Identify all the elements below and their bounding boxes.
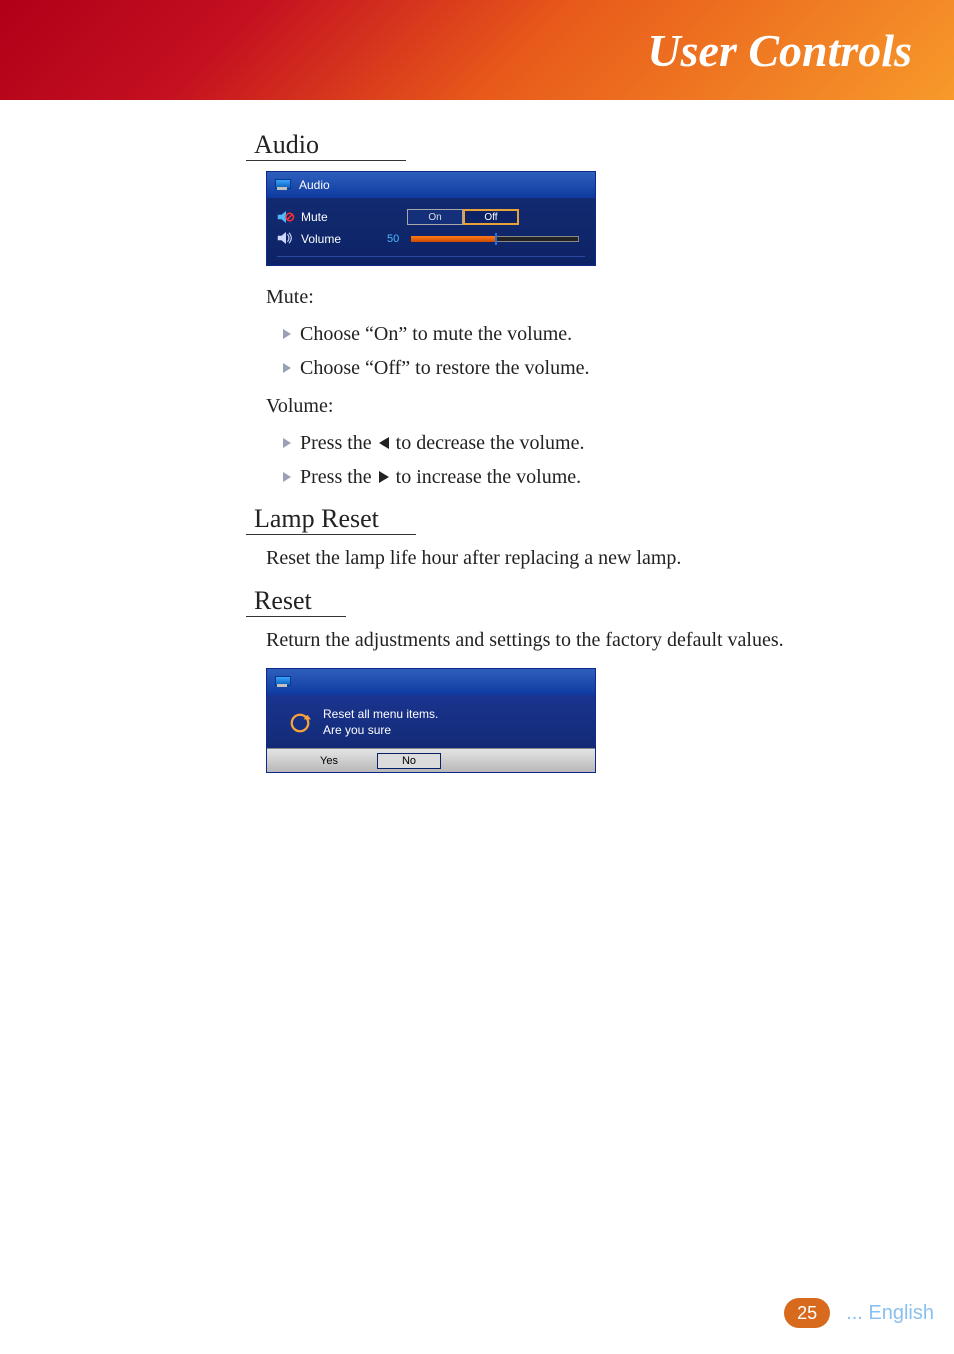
reset-button-row: Yes No [267,748,595,772]
volume-subhead: Volume: [266,395,930,418]
window-icon [275,676,289,688]
osd-reset-panel: . Reset all menu items. Are you sure Yes… [266,668,596,773]
bullet-icon [282,426,292,460]
header-banner: User Controls [0,0,954,100]
window-icon [275,179,289,191]
section-heading-lamp: Lamp Reset [254,504,379,533]
section-heading-reset-wrap: Reset [246,586,346,617]
bullet-text: Press the to decrease the volume. [300,426,584,460]
osd-volume-value: 50 [387,233,411,245]
left-arrow-icon [377,432,391,454]
reset-text: Return the adjustments and settings to t… [266,627,930,654]
section-heading-audio-wrap: Audio [246,130,406,161]
osd-mute-on[interactable]: On [407,209,463,225]
page-title: User Controls [647,24,912,77]
osd-mute-off[interactable]: Off [463,209,519,225]
osd-audio-body: Mute On Off Volume 50 [267,198,595,265]
reset-message-row: Reset all menu items. Are you sure [289,707,585,738]
mute-icon [277,210,295,224]
reset-yes-button[interactable]: Yes [297,753,361,769]
list-item: Choose “Off” to restore the volume. [282,351,930,385]
right-arrow-icon [377,466,391,488]
osd-mute-label: Mute [301,210,328,224]
osd-mute-row: Mute On Off [277,206,585,228]
section-heading-lamp-wrap: Lamp Reset [246,504,416,535]
bullet-icon [282,351,292,385]
bullet-icon [282,460,292,494]
mute-subhead: Mute: [266,286,930,309]
osd-audio-titlebar: Audio [267,172,595,198]
reset-icon [289,712,311,734]
bullet-text: Choose “On” to mute the volume. [300,317,572,351]
reset-no-button[interactable]: No [377,753,441,769]
mute-bullets: Choose “On” to mute the volume. Choose “… [282,317,930,385]
footer-language: ... English [846,1302,934,1325]
osd-volume-label: Volume [301,232,341,246]
volume-bullets: Press the to decrease the volume. Press … [282,426,930,494]
list-item: Press the to increase the volume. [282,460,930,494]
osd-volume-slider[interactable] [411,235,579,243]
section-heading-reset: Reset [254,586,312,615]
osd-reset-body: Reset all menu items. Are you sure Yes N… [267,695,595,772]
lamp-reset-text: Reset the lamp life hour after replacing… [266,545,930,572]
volume-icon [277,231,295,248]
page-footer: 25 ... English [784,1298,934,1328]
osd-audio-panel: Audio Mute On Off [266,171,596,266]
osd-reset-titlebar: . [267,669,595,695]
bullet-icon [282,317,292,351]
bullet-text: Press the to increase the volume. [300,460,581,494]
page-number-badge: 25 [784,1298,830,1328]
osd-audio-title: Audio [299,178,330,192]
content-area: Audio Audio Mute On Off [0,100,954,773]
section-heading-audio: Audio [254,130,319,159]
list-item: Choose “On” to mute the volume. [282,317,930,351]
reset-message: Reset all menu items. Are you sure [323,707,438,738]
bullet-text: Choose “Off” to restore the volume. [300,351,590,385]
osd-volume-row: Volume 50 [277,228,585,250]
list-item: Press the to decrease the volume. [282,426,930,460]
osd-mute-toggle[interactable]: On Off [407,209,519,225]
